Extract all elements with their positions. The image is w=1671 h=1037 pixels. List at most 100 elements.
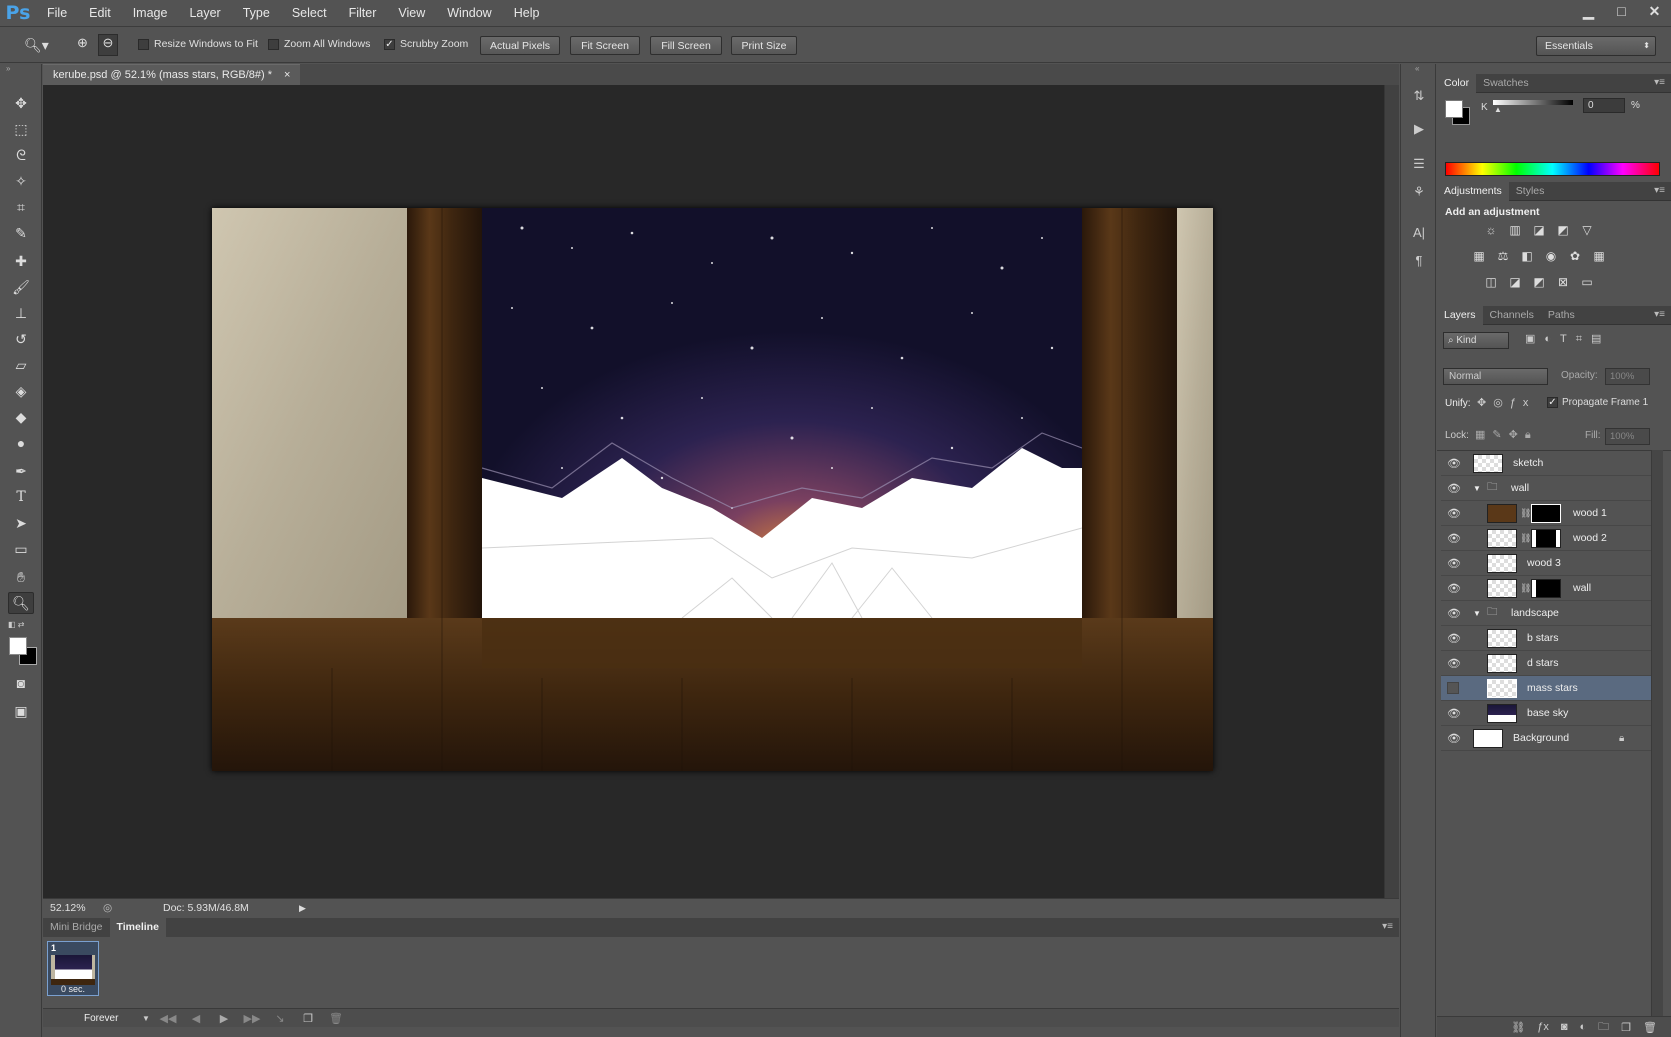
zoom-tool-preset-icon[interactable]: 🔍︎▾ [24, 37, 49, 54]
menu-select[interactable]: Select [281, 0, 338, 27]
tab-paths[interactable]: Paths [1541, 306, 1582, 325]
threshold-icon[interactable]: ◩ [1531, 274, 1547, 290]
checkbox-box-checked[interactable]: ✓ [384, 38, 395, 50]
layer-mask-thumbnail[interactable] [1531, 578, 1561, 598]
curves-icon[interactable]: ◪ [1531, 222, 1547, 238]
blur-tool-icon[interactable]: ◆ [8, 406, 34, 428]
resize-windows-checkbox[interactable]: Resize Windows to Fit [138, 38, 258, 50]
lasso-tool-icon[interactable]: ᘓ [8, 144, 34, 166]
eye-icon[interactable]: 👁︎ [1447, 556, 1461, 570]
tab-channels[interactable]: Channels [1483, 306, 1541, 325]
layer-style-icon[interactable]: ƒx [1537, 1021, 1549, 1033]
actions-panel-icon[interactable]: ▶ [1409, 119, 1429, 139]
tab-timeline[interactable]: Timeline [109, 918, 166, 937]
status-info-icon[interactable]: ◎ [103, 902, 117, 914]
tab-styles[interactable]: Styles [1509, 182, 1552, 201]
eye-icon[interactable]: 👁︎ [1447, 581, 1461, 595]
layer-mask-thumbnail[interactable] [1531, 528, 1561, 548]
eye-icon[interactable]: 👁︎ [1447, 531, 1461, 545]
clone-stamp-tool-icon[interactable]: ⊥ [8, 302, 34, 324]
scrubby-zoom-checkbox[interactable]: ✓ Scrubby Zoom [384, 38, 468, 50]
maximize-button[interactable]: □ [1605, 0, 1638, 22]
selective-color-icon[interactable]: ⊠ [1555, 274, 1571, 290]
menu-edit[interactable]: Edit [78, 0, 122, 27]
color-foreground-swatch[interactable] [1445, 100, 1463, 118]
posterize-icon[interactable]: ◪ [1507, 274, 1523, 290]
layer-filter-select[interactable]: ⌕ Kind [1443, 332, 1509, 349]
menu-file[interactable]: File [36, 0, 78, 27]
close-button[interactable]: ✕ [1638, 0, 1671, 22]
menu-layer[interactable]: Layer [178, 0, 231, 27]
panel-menu-icon[interactable]: ▾≡ [1654, 309, 1665, 320]
vibrance-icon[interactable]: ▽ [1579, 222, 1595, 238]
fill-input[interactable]: 100% [1605, 428, 1650, 445]
frame-delay[interactable]: 0 sec. [61, 984, 85, 994]
add-mask-icon[interactable]: ◙ [1561, 1021, 1568, 1033]
status-menu-arrow-icon[interactable]: ▶ [299, 903, 306, 914]
foreground-color-swatch[interactable] [9, 637, 27, 655]
hidden-eye-box[interactable] [1447, 682, 1459, 694]
delete-frame-icon[interactable]: 🗑︎ [322, 1012, 350, 1025]
gradient-map-icon[interactable]: ▭ [1579, 274, 1595, 290]
eye-icon[interactable]: 👁︎ [1447, 731, 1461, 745]
zoom-all-windows-checkbox[interactable]: Zoom All Windows [268, 38, 370, 50]
levels-icon[interactable]: ▥ [1507, 222, 1523, 238]
photo-filter-icon[interactable]: ◉ [1543, 248, 1559, 264]
link-icon[interactable]: ⛓ [1520, 533, 1531, 544]
expand-arrows-icon[interactable]: « [1415, 64, 1419, 73]
checkbox-box[interactable] [138, 38, 149, 50]
previous-frame-icon[interactable]: ◀ [182, 1012, 210, 1025]
checkbox-box[interactable] [268, 38, 279, 50]
layer-row-landscape-group[interactable]: 👁︎ ▼ 🗀 landscape [1441, 601, 1651, 626]
menu-image[interactable]: Image [122, 0, 179, 27]
close-tab-icon[interactable]: × [284, 69, 290, 81]
new-group-icon[interactable]: 🗀 [1598, 1018, 1609, 1037]
layer-mask-thumbnail[interactable] [1531, 503, 1561, 523]
character-panel-icon[interactable]: A| [1409, 222, 1429, 242]
zoom-level[interactable]: 52.12% [43, 902, 103, 914]
fill-screen-button[interactable]: Fill Screen [650, 36, 722, 55]
layer-row-wood-1[interactable]: 👁︎ ⛓ wood 1 [1441, 501, 1651, 526]
layer-row-wall[interactable]: 👁︎ ⛓ wall [1441, 576, 1651, 601]
menu-help[interactable]: Help [503, 0, 551, 27]
eye-icon[interactable]: 👁︎ [1447, 606, 1461, 620]
blend-mode-select[interactable]: Normal [1443, 368, 1548, 385]
tab-mini-bridge[interactable]: Mini Bridge [43, 918, 110, 937]
layer-row-base-sky[interactable]: 👁︎ base sky [1441, 701, 1651, 726]
tab-swatches[interactable]: Swatches [1476, 74, 1536, 93]
path-selection-tool-icon[interactable]: ➤ [8, 512, 34, 534]
eye-icon[interactable]: 👁︎ [1447, 656, 1461, 670]
layer-row-wood-3[interactable]: 👁︎ wood 3 [1441, 551, 1651, 576]
crop-tool-icon[interactable]: ⌗ [8, 196, 34, 218]
hue-saturation-icon[interactable]: ▦ [1471, 248, 1487, 264]
brush-presets-icon[interactable]: ⚘ [1409, 182, 1429, 202]
color-lookup-icon[interactable]: ▦ [1591, 248, 1607, 264]
adjustment-layer-icon[interactable]: ◐ [1580, 1021, 1587, 1033]
layer-row-wall-group[interactable]: 👁︎ ▼ 🗀 wall [1441, 476, 1651, 501]
dropdown-arrow-icon[interactable]: ▼ [142, 1014, 154, 1023]
actual-pixels-button[interactable]: Actual Pixels [480, 36, 560, 55]
collapse-arrows-icon[interactable]: » [6, 64, 10, 73]
tween-icon[interactable]: ↘ [266, 1012, 294, 1025]
type-tool-icon[interactable]: T [8, 486, 34, 508]
marquee-tool-icon[interactable]: ⬚ [8, 118, 34, 140]
link-icon[interactable]: ⛓ [1520, 508, 1531, 519]
properties-panel-icon[interactable]: ☰ [1409, 154, 1429, 174]
menu-filter[interactable]: Filter [338, 0, 388, 27]
layers-scrollbar[interactable] [1651, 450, 1663, 1035]
zoom-tool-icon[interactable]: 🔍︎ [8, 592, 34, 614]
opacity-input[interactable]: 100% [1605, 368, 1650, 385]
k-slider-track[interactable] [1493, 100, 1573, 105]
slider-thumb-icon[interactable]: ▲ [1494, 105, 1502, 114]
tab-adjustments[interactable]: Adjustments [1437, 182, 1509, 201]
fit-screen-button[interactable]: Fit Screen [570, 36, 640, 55]
lock-icons[interactable]: ▦✎✥🔒︎ [1475, 428, 1538, 442]
eye-icon[interactable]: 👁︎ [1447, 506, 1461, 520]
layer-row-d-stars[interactable]: 👁︎ d stars [1441, 651, 1651, 676]
quick-mask-icon[interactable]: ◙ [8, 672, 34, 694]
eraser-tool-icon[interactable]: ▱ [8, 354, 34, 376]
color-balance-icon[interactable]: ⚖ [1495, 248, 1511, 264]
brush-tool-icon[interactable]: 🖌︎ [8, 276, 34, 298]
layer-row-wood-2[interactable]: 👁︎ ⛓ wood 2 [1441, 526, 1651, 551]
history-panel-icon[interactable]: ⇅ [1409, 86, 1429, 106]
